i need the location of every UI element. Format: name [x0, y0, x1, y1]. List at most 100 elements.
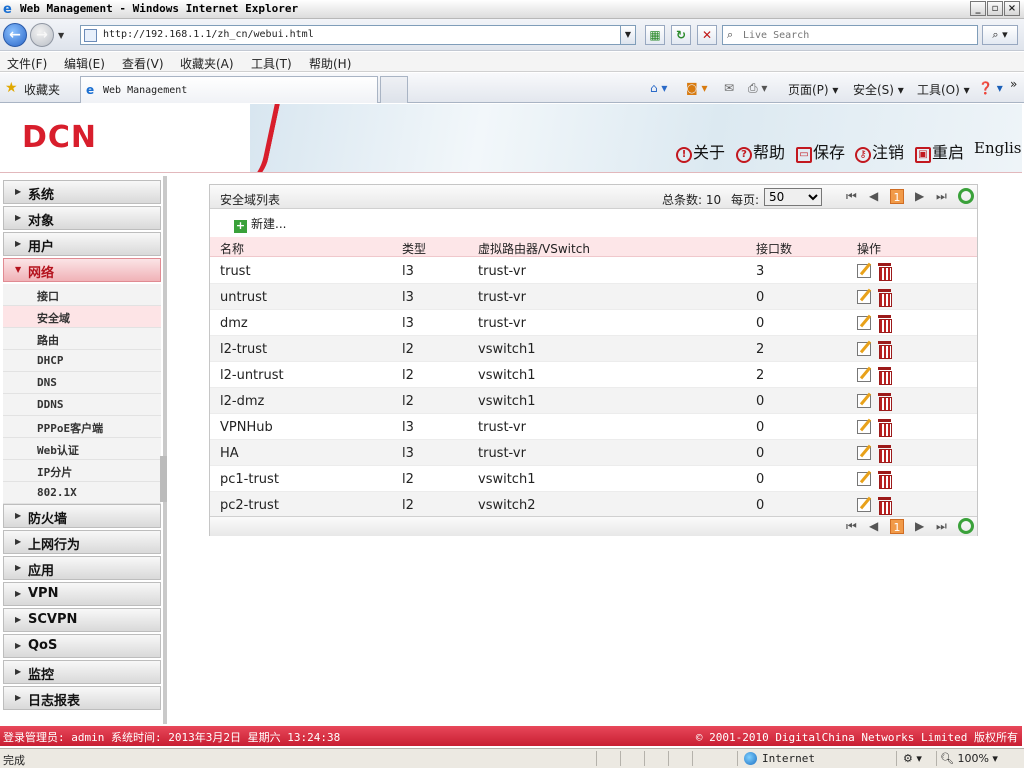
edit-icon[interactable]: [857, 394, 871, 408]
help-menu-icon[interactable]: ❓ ▾: [978, 81, 1003, 95]
about-button[interactable]: ! 关于: [676, 139, 725, 163]
menu-view[interactable]: 查看(V): [122, 55, 164, 72]
sidebar-item-monitor[interactable]: ▶ 监控: [3, 660, 161, 684]
sidebar-item-object[interactable]: ▶ 对象: [3, 206, 161, 230]
sidebar-sub-interface[interactable]: 接口: [3, 284, 161, 306]
sidebar-sub-security-zone[interactable]: 安全域: [3, 306, 161, 328]
sidebar-item-firewall[interactable]: ▶ 防火墙: [3, 504, 161, 528]
delete-icon[interactable]: [878, 471, 892, 489]
menu-file[interactable]: 文件(F): [7, 55, 47, 72]
sidebar-item-system[interactable]: ▶ 系统: [3, 180, 161, 204]
menu-edit[interactable]: 编辑(E): [64, 55, 105, 72]
delete-icon[interactable]: [878, 419, 892, 437]
delete-icon[interactable]: [878, 445, 892, 463]
refresh-icon[interactable]: ↻: [671, 25, 691, 45]
prev-page-icon[interactable]: ◀: [869, 519, 878, 533]
delete-icon[interactable]: [878, 367, 892, 385]
sidebar-sub-8021x[interactable]: 802.1X: [3, 482, 161, 504]
back-button[interactable]: ←: [3, 23, 27, 47]
sidebar-sub-dhcp[interactable]: DHCP: [3, 350, 161, 372]
restart-button[interactable]: ▣ 重启: [915, 139, 964, 163]
edit-icon[interactable]: [857, 498, 871, 512]
sidebar-item-scvpn[interactable]: ▶ SCVPN: [3, 608, 161, 632]
next-page-icon[interactable]: ▶: [915, 519, 924, 533]
more-chevron-icon[interactable]: »: [1010, 77, 1017, 91]
sidebar-item-application[interactable]: ▶ 应用: [3, 556, 161, 580]
sidebar-item-network[interactable]: ▼ 网络: [3, 258, 161, 282]
search-box[interactable]: ⌕: [722, 25, 978, 45]
delete-icon[interactable]: [878, 263, 892, 281]
sidebar-sub-routing[interactable]: 路由: [3, 328, 161, 350]
edit-icon[interactable]: [857, 264, 871, 278]
sidebar-sub-dns[interactable]: DNS: [3, 372, 161, 394]
delete-icon[interactable]: [878, 341, 892, 359]
sidebar-sub-ddns[interactable]: DDNS: [3, 394, 161, 416]
page-menu[interactable]: 页面(P) ▾: [788, 81, 838, 98]
help-button[interactable]: ? 帮助: [736, 139, 785, 163]
search-input[interactable]: [743, 28, 973, 43]
safety-menu[interactable]: 安全(S) ▾: [853, 81, 904, 98]
url-dropdown-icon[interactable]: ▼: [620, 26, 635, 44]
delete-icon[interactable]: [878, 315, 892, 333]
next-page-icon[interactable]: ▶: [915, 189, 924, 203]
menu-tools[interactable]: 工具(T): [251, 55, 292, 72]
favorites-label[interactable]: 收藏夹: [24, 81, 60, 98]
protected-mode-icon[interactable]: ⚙ ▾: [903, 752, 922, 765]
sidebar-item-qos[interactable]: ▶ QoS: [3, 634, 161, 658]
new-zone-button[interactable]: + 新建...: [234, 215, 286, 233]
sidebar-sub-web-auth[interactable]: Web认证: [3, 438, 161, 460]
url-field[interactable]: http://192.168.1.1/zh_cn/webui.html ▼: [80, 25, 636, 45]
compatibility-icon[interactable]: ▦: [645, 25, 665, 45]
logout-label: 注销: [872, 143, 905, 162]
edit-icon[interactable]: [857, 446, 871, 460]
browser-tab[interactable]: e Web Management: [80, 76, 378, 103]
edit-icon[interactable]: [857, 420, 871, 434]
zone-vrouter: vswitch1: [478, 342, 536, 357]
new-tab-button[interactable]: [380, 76, 408, 103]
forward-button[interactable]: →: [30, 23, 54, 47]
sidebar-sub-ip-fragment[interactable]: IP分片: [3, 460, 161, 482]
maximize-button[interactable]: ▫: [987, 1, 1003, 16]
save-button[interactable]: ▭ 保存: [796, 139, 845, 163]
sidebar-item-internet-behavior[interactable]: ▶ 上网行为: [3, 530, 161, 554]
sidebar-sub-label: 路由: [37, 334, 59, 347]
first-page-icon[interactable]: ⏮: [846, 519, 857, 534]
sidebar-sub-pppoe[interactable]: PPPoE客户端: [3, 416, 161, 438]
prev-page-icon[interactable]: ◀: [869, 189, 878, 203]
zoom-level[interactable]: 🔍︎ 100% ▾: [940, 752, 998, 765]
edit-icon[interactable]: [857, 368, 871, 382]
refresh-list-icon[interactable]: [958, 188, 974, 204]
menu-favorites[interactable]: 收藏夹(A): [180, 55, 234, 72]
search-go-button[interactable]: ⌕ ▾: [982, 25, 1018, 45]
close-window-button[interactable]: ×: [1004, 1, 1020, 16]
print-icon[interactable]: ⎙ ▾: [748, 81, 767, 96]
edit-icon[interactable]: [857, 342, 871, 356]
edit-icon[interactable]: [857, 290, 871, 304]
per-page-select[interactable]: 50: [764, 188, 822, 206]
first-page-icon[interactable]: ⏮: [846, 189, 857, 204]
edit-icon[interactable]: [857, 316, 871, 330]
sidebar-collapse-handle[interactable]: [160, 456, 167, 502]
stop-icon[interactable]: ✕: [697, 25, 717, 45]
logout-button[interactable]: ⚷ 注销: [855, 139, 904, 163]
delete-icon[interactable]: [878, 497, 892, 515]
favorites-star-icon[interactable]: ★: [5, 80, 18, 96]
mail-icon[interactable]: ✉: [724, 81, 734, 95]
sidebar-item-vpn[interactable]: ▶ VPN: [3, 582, 161, 606]
edit-icon[interactable]: [857, 472, 871, 486]
history-dropdown-icon[interactable]: ▼: [58, 31, 64, 40]
delete-icon[interactable]: [878, 289, 892, 307]
last-page-icon[interactable]: ⏭: [936, 519, 947, 534]
tools-menu[interactable]: 工具(O) ▾: [917, 81, 970, 98]
minimize-button[interactable]: _: [970, 1, 986, 16]
delete-icon[interactable]: [878, 393, 892, 411]
last-page-icon[interactable]: ⏭: [936, 189, 947, 204]
help-icon: ?: [736, 147, 752, 163]
feeds-icon[interactable]: ◙ ▾: [686, 81, 707, 95]
sidebar-item-log-report[interactable]: ▶ 日志报表: [3, 686, 161, 710]
home-icon[interactable]: ⌂ ▾: [650, 81, 667, 95]
language-link[interactable]: English: [974, 139, 1022, 157]
refresh-list-icon[interactable]: [958, 518, 974, 534]
menu-help[interactable]: 帮助(H): [309, 55, 351, 72]
sidebar-item-user[interactable]: ▶ 用户: [3, 232, 161, 256]
